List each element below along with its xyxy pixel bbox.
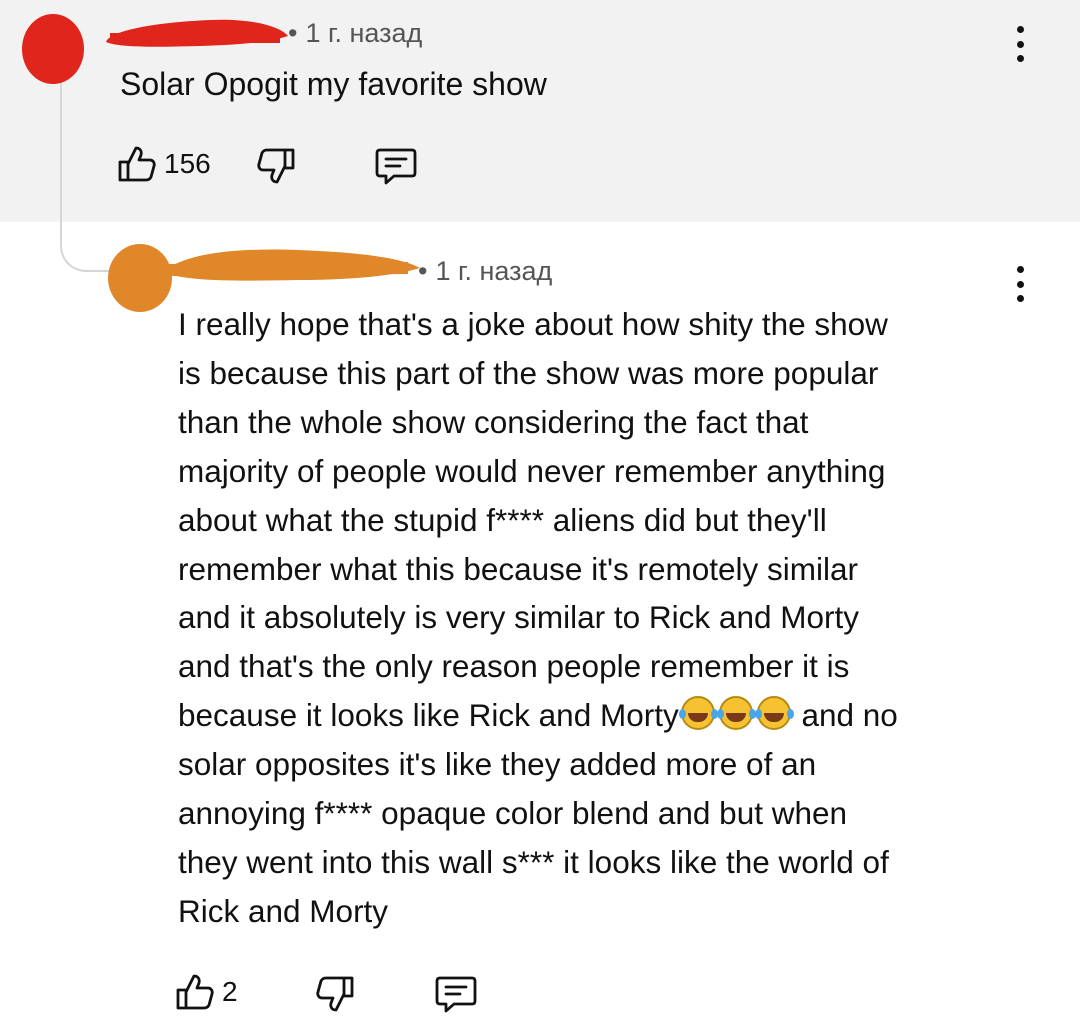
reply-like-count: 2 [222,976,238,1007]
reply-text-line: than the whole show considering the fact… [178,403,809,440]
reply-text-segment: because it looks like Rick and Morty [178,697,679,734]
reply-dislike-button[interactable] [314,974,356,1014]
thumbs-up-icon [174,972,216,1012]
reply-text-line: about what the stupid f**** aliens did b… [178,501,827,538]
reply-text-line: and it absolutely is very similar to Ric… [178,599,859,636]
reply-text-line: majority of people would never remember … [178,452,886,489]
reply-text-line: Rick and Morty [178,892,389,929]
reply-meta: • 1 г. назад [418,256,553,286]
reply-text-line: annoying f**** opaque color blend and bu… [178,795,848,832]
reply-text-line: and that's the only reason people rememb… [178,648,850,685]
thumbs-up-icon [116,144,158,184]
thread-connector [60,80,110,272]
reply-text-line: is because this part of the show was mor… [178,354,879,391]
laughing-emoji-icon [678,696,715,731]
reply-timestamp: 1 г. назад [435,256,553,286]
reply-text-line: I really hope that's a joke about how sh… [178,306,888,342]
parent-author-redaction [106,19,288,47]
parent-like-count: 156 [164,148,211,179]
comment-icon [434,974,478,1014]
parent-like-button[interactable]: 156 [116,144,211,184]
reply-text-segment: and no [801,697,898,734]
reply-like-button[interactable]: 2 [174,972,238,1012]
parent-meta: • 1 г. назад [288,18,423,48]
reply-text-line: remember what this because it's remotely… [178,550,858,587]
laughing-emoji-icon [716,696,753,731]
parent-comment-text: Solar Opogit my favorite show [120,66,547,102]
reply-text-line: they went into this wall s*** it looks l… [178,843,889,880]
parent-more-vert-icon[interactable] [1010,26,1030,62]
reply-author-redaction [162,249,420,281]
reply-text-line: solar opposites it's like they added mor… [178,746,817,783]
laughing-emoji-icon [754,696,791,731]
reply-reply-button[interactable] [434,974,478,1014]
parent-dislike-button[interactable] [255,146,297,186]
parent-avatar[interactable] [22,14,84,84]
parent-reply-button[interactable] [374,146,418,186]
reply-more-vert-icon[interactable] [1010,266,1030,302]
comment-icon [374,146,418,186]
reply-text-line: because it looks like Rick and Morty and… [178,691,1028,740]
thumbs-down-icon [314,974,356,1014]
parent-timestamp: 1 г. назад [305,18,423,48]
reply-comment-text: I really hope that's a joke about how sh… [178,300,1028,936]
thumbs-down-icon [255,146,297,186]
